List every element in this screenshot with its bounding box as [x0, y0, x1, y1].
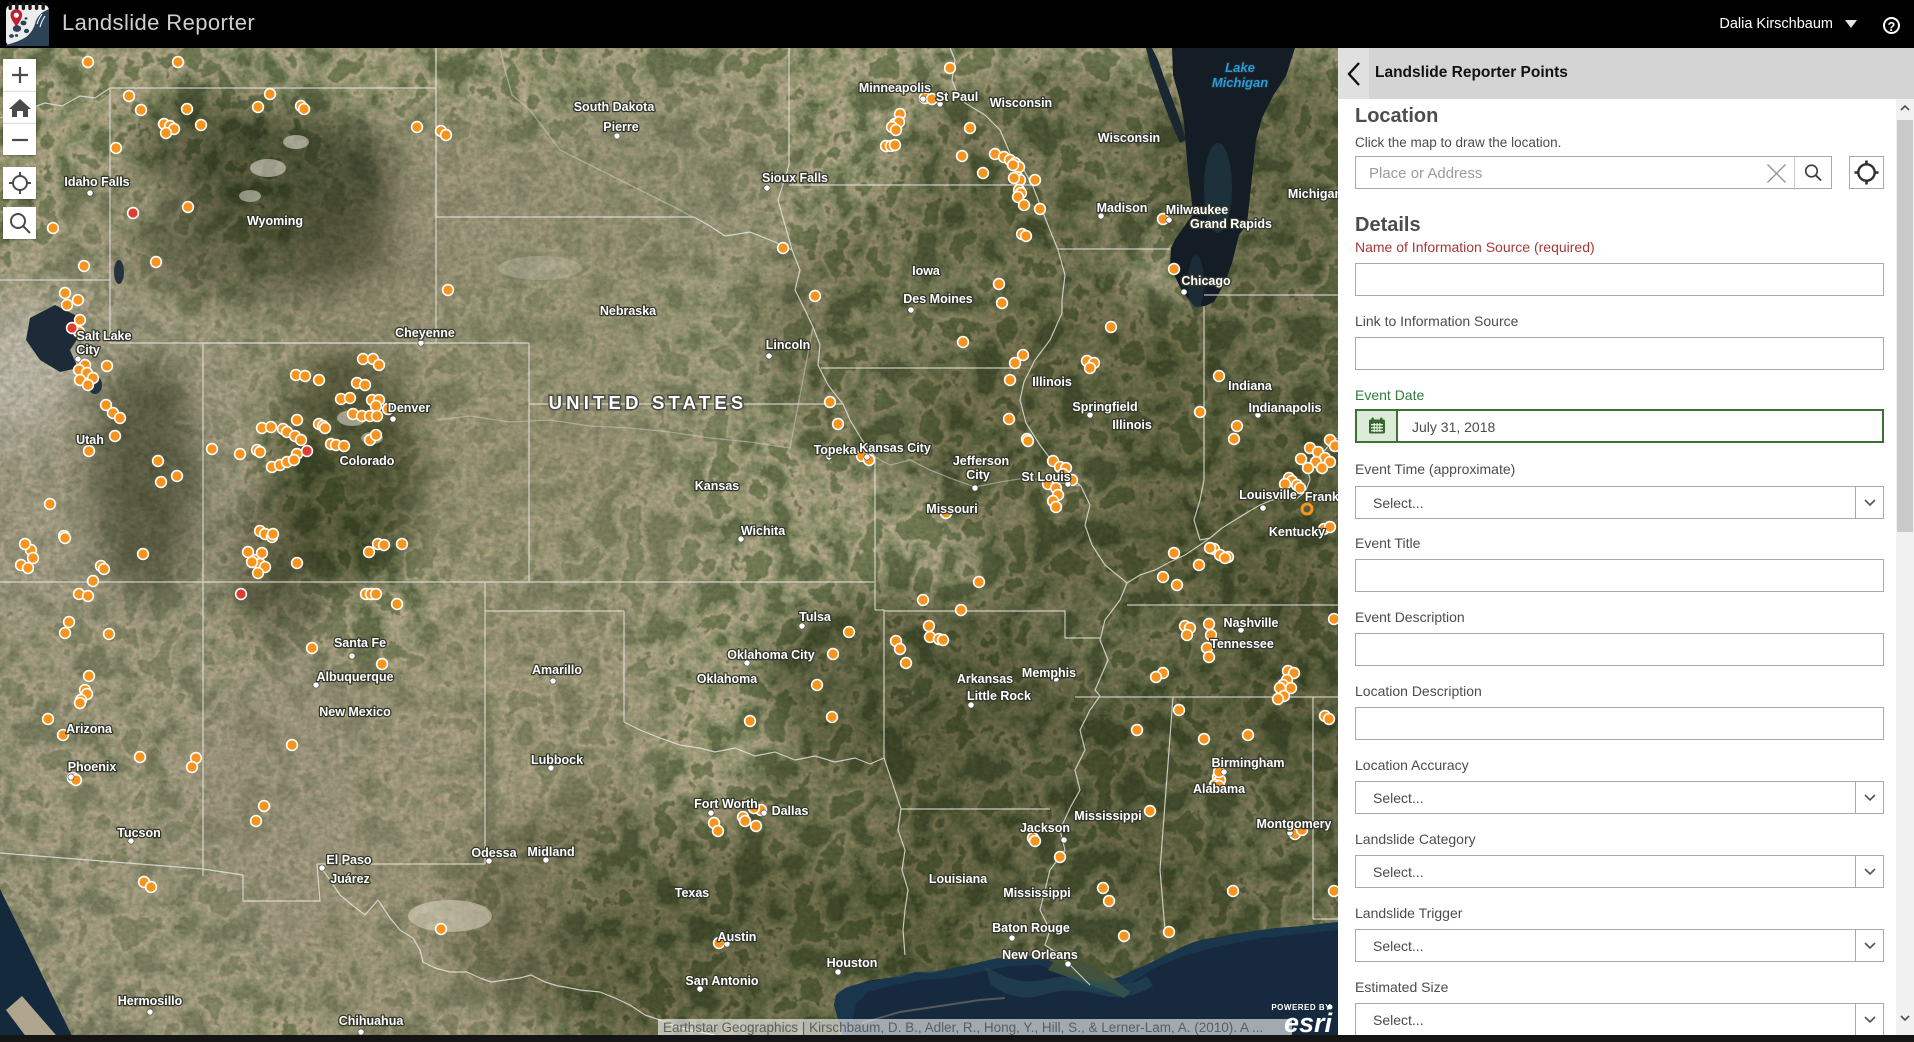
- svg-text:El Paso: El Paso: [326, 853, 372, 867]
- svg-text:Mississippi: Mississippi: [1003, 886, 1070, 900]
- svg-text:Lincoln: Lincoln: [766, 338, 810, 352]
- svg-text:New Mexico: New Mexico: [319, 705, 391, 719]
- svg-text:Salt Lake: Salt Lake: [77, 329, 132, 343]
- svg-text:Wisconsin: Wisconsin: [990, 96, 1052, 110]
- svg-text:Milwaukee: Milwaukee: [1166, 203, 1229, 217]
- svg-text:Tucson: Tucson: [117, 826, 161, 840]
- svg-text:Indianapolis: Indianapolis: [1249, 401, 1322, 415]
- svg-text:Chihuahua: Chihuahua: [339, 1014, 405, 1028]
- svg-text:Kentucky: Kentucky: [1269, 525, 1325, 539]
- svg-text:Illinois: Illinois: [1112, 418, 1152, 432]
- svg-text:Lake: Lake: [1225, 60, 1255, 75]
- svg-text:Pierre: Pierre: [603, 120, 638, 134]
- svg-text:St Paul: St Paul: [936, 90, 978, 104]
- svg-text:Houston: Houston: [827, 956, 878, 970]
- svg-text:Kansas: Kansas: [695, 479, 740, 493]
- svg-text:Memphis: Memphis: [1022, 666, 1076, 680]
- svg-text:Wichita: Wichita: [741, 524, 786, 538]
- svg-text:St Louis: St Louis: [1021, 470, 1070, 484]
- svg-text:Little Rock: Little Rock: [967, 689, 1031, 703]
- svg-text:Tennessee: Tennessee: [1210, 637, 1274, 651]
- svg-text:Baton Rouge: Baton Rouge: [992, 921, 1070, 935]
- svg-text:Jackson: Jackson: [1020, 821, 1070, 835]
- svg-text:Louisiana: Louisiana: [929, 872, 988, 886]
- svg-text:Indiana: Indiana: [1228, 379, 1273, 393]
- svg-text:San Antonio: San Antonio: [685, 974, 759, 988]
- svg-text:Hermosillo: Hermosillo: [118, 994, 183, 1008]
- svg-text:Michigan: Michigan: [1212, 75, 1268, 90]
- svg-text:Fort Worth: Fort Worth: [694, 797, 758, 811]
- svg-text:Amarillo: Amarillo: [532, 663, 582, 677]
- svg-text:Michigan: Michigan: [1288, 187, 1338, 201]
- svg-text:esri: esri: [1284, 1008, 1333, 1038]
- svg-text:City: City: [966, 468, 990, 482]
- svg-text:Kansas City: Kansas City: [859, 441, 931, 455]
- svg-text:Sioux Falls: Sioux Falls: [762, 171, 828, 185]
- svg-text:Santa Fe: Santa Fe: [334, 636, 386, 650]
- svg-text:Chicago: Chicago: [1181, 274, 1231, 288]
- svg-text:Wyoming: Wyoming: [247, 214, 303, 228]
- svg-text:Texas: Texas: [675, 886, 710, 900]
- svg-text:Wisconsin: Wisconsin: [1098, 131, 1160, 145]
- svg-text:New Orleans: New Orleans: [1002, 948, 1078, 962]
- svg-text:Alabama: Alabama: [1193, 782, 1246, 796]
- svg-text:Midland: Midland: [527, 845, 574, 859]
- svg-text:Arizona: Arizona: [66, 722, 113, 736]
- svg-text:Denver: Denver: [388, 401, 431, 415]
- svg-text:South Dakota: South Dakota: [574, 100, 656, 114]
- svg-text:Springfield: Springfield: [1072, 400, 1137, 414]
- svg-text:Austin: Austin: [718, 930, 757, 944]
- svg-text:Jefferson: Jefferson: [953, 454, 1009, 468]
- svg-text:Albuquerque: Albuquerque: [316, 670, 393, 684]
- svg-text:Lubbock: Lubbock: [531, 753, 583, 767]
- svg-text:Cheyenne: Cheyenne: [395, 326, 455, 340]
- svg-text:Tulsa: Tulsa: [799, 610, 832, 624]
- svg-text:Grand Rapids: Grand Rapids: [1190, 217, 1272, 231]
- svg-text:Nashville: Nashville: [1224, 616, 1279, 630]
- svg-text:Montgomery: Montgomery: [1257, 817, 1332, 831]
- svg-text:Missouri: Missouri: [926, 502, 977, 516]
- svg-text:Nebraska: Nebraska: [600, 304, 657, 318]
- svg-text:Phoenix: Phoenix: [68, 760, 117, 774]
- svg-text:Utah: Utah: [76, 433, 104, 447]
- svg-text:Arkansas: Arkansas: [957, 672, 1013, 686]
- svg-text:Des Moines: Des Moines: [903, 292, 973, 306]
- svg-text:City: City: [76, 343, 100, 357]
- svg-text:Iowa: Iowa: [912, 264, 941, 278]
- svg-text:Louisville: Louisville: [1239, 488, 1297, 502]
- svg-text:UNITED STATES: UNITED STATES: [549, 392, 748, 413]
- svg-text:Dallas: Dallas: [772, 804, 809, 818]
- svg-text:Illinois: Illinois: [1032, 375, 1072, 389]
- svg-text:Birmingham: Birmingham: [1212, 756, 1285, 770]
- svg-text:Colorado: Colorado: [340, 454, 395, 468]
- svg-text:Topeka: Topeka: [814, 443, 858, 457]
- svg-text:Mississippi: Mississippi: [1074, 809, 1141, 823]
- svg-text:Juárez: Juárez: [330, 872, 370, 886]
- svg-text:Odessa: Odessa: [471, 846, 517, 860]
- svg-text:Oklahoma City: Oklahoma City: [727, 648, 815, 662]
- svg-text:Oklahoma: Oklahoma: [697, 672, 758, 686]
- svg-text:Idaho Falls: Idaho Falls: [64, 175, 129, 189]
- svg-text:Earthstar Geographics | Kirsch: Earthstar Geographics | Kirschbaum, D. B…: [663, 1020, 1263, 1035]
- svg-text:Frankf: Frankf: [1305, 490, 1338, 504]
- svg-text:Minneapolis: Minneapolis: [859, 81, 931, 95]
- svg-text:Madison: Madison: [1097, 201, 1148, 215]
